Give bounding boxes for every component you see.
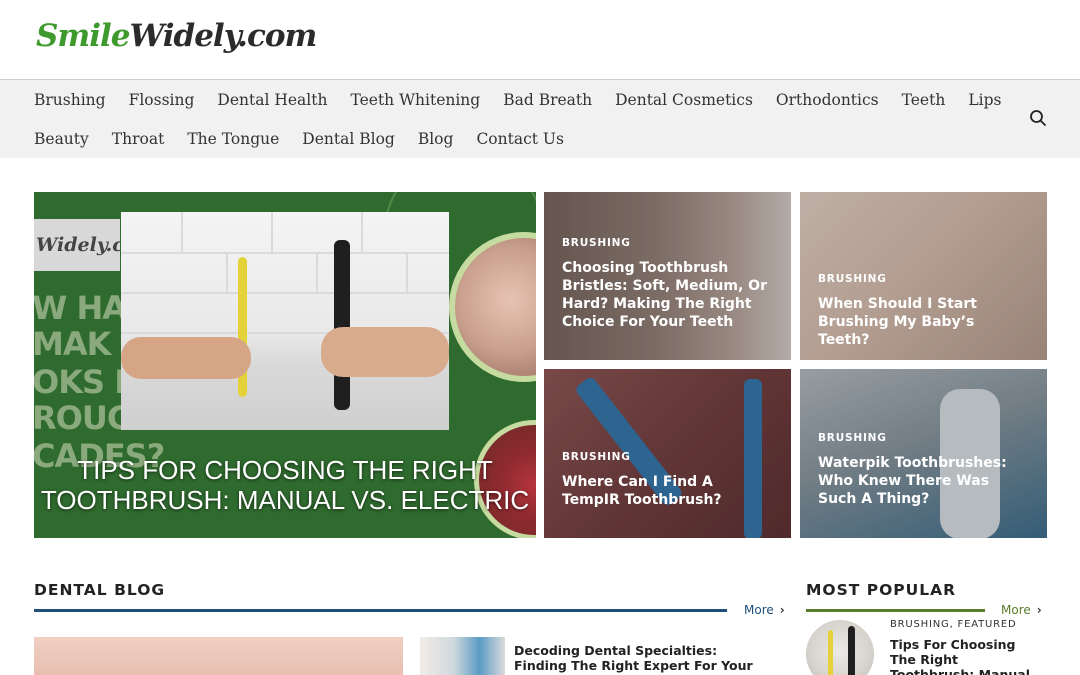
hero-title-line-2: TOOTHBRUSH: MANUAL VS. ELECTRIC (40, 485, 530, 515)
dental-blog-post-title[interactable]: Decoding Dental Specialties: Finding The… (514, 643, 774, 675)
post-card-3-category[interactable]: BRUSHING (562, 451, 631, 463)
dental-blog-more-label: More (744, 603, 774, 617)
post-card-3[interactable]: BRUSHING Where Can I Find A TempIR Tooth… (544, 369, 791, 538)
hero-image-text-2: MAK (34, 325, 111, 363)
nav-item-flossing[interactable]: Flossing (129, 89, 195, 111)
nav-row-1: Brushing Flossing Dental Health Teeth Wh… (34, 89, 1024, 111)
nav-item-teeth[interactable]: Teeth (902, 89, 946, 111)
post-card-4-category[interactable]: BRUSHING (818, 432, 887, 444)
nav-item-beauty[interactable]: Beauty (34, 128, 89, 150)
post-card-4[interactable]: BRUSHING Waterpik Toothbrushes: Who Knew… (800, 369, 1047, 538)
logo-widely: Widely.com (129, 18, 317, 54)
post-card-2-category[interactable]: BRUSHING (818, 273, 887, 285)
nav-item-brushing[interactable]: Brushing (34, 89, 106, 111)
post-card-4-title[interactable]: Waterpik Toothbrushes: Who Knew There Wa… (818, 454, 1027, 508)
most-popular-post-category[interactable]: BRUSHING, FEATURED (890, 619, 1016, 630)
nav-item-dental-cosmetics[interactable]: Dental Cosmetics (615, 89, 753, 111)
post-card-2[interactable]: BRUSHING When Should I Start Brushing My… (800, 192, 1047, 360)
dental-blog-post-thumbnail[interactable] (420, 637, 505, 675)
nav-item-lips[interactable]: Lips (968, 89, 1001, 111)
hero-toothbrush-photo (121, 212, 449, 430)
hero-title-line-1: TIPS FOR CHOOSING THE RIGHT (77, 455, 493, 485)
most-popular-heading: MOST POPULAR (806, 581, 957, 599)
hero-image-text-3: OKS E (34, 363, 136, 401)
hero-featured-post[interactable]: Widely.com W HA MAK OKS E ROUG CADES? TI… (34, 192, 536, 538)
nav-item-dental-health[interactable]: Dental Health (217, 89, 327, 111)
chevron-right-icon: › (779, 603, 785, 617)
hero-image-text-1: W HA (34, 289, 127, 327)
dental-blog-divider (34, 609, 727, 612)
nav-item-bad-breath[interactable]: Bad Breath (503, 89, 592, 111)
nav-item-throat[interactable]: Throat (112, 128, 165, 150)
most-popular-more-link[interactable]: More › (1001, 603, 1042, 617)
nav-item-teeth-whitening[interactable]: Teeth Whitening (350, 89, 480, 111)
most-popular-post-thumbnail[interactable] (806, 620, 874, 675)
site-header: SmileWidely.com (0, 0, 1080, 80)
hero-image-text-4: ROUG (34, 399, 133, 437)
electric-toothbrush-shape (334, 240, 350, 410)
post-card-1[interactable]: BRUSHING Choosing Toothbrush Bristles: S… (544, 192, 791, 360)
nav-item-blog[interactable]: Blog (418, 128, 454, 150)
nav-item-the-tongue[interactable]: The Tongue (187, 128, 279, 150)
nav-row-2: Beauty Throat The Tongue Dental Blog Blo… (34, 128, 587, 150)
nav-item-dental-blog[interactable]: Dental Blog (302, 128, 395, 150)
nav-item-orthodontics[interactable]: Orthodontics (776, 89, 879, 111)
right-hand-shape (321, 327, 449, 377)
post-card-1-category[interactable]: BRUSHING (562, 237, 631, 249)
most-popular-divider (806, 609, 985, 612)
left-hand-shape (121, 337, 251, 379)
search-icon[interactable] (1029, 109, 1047, 127)
dental-blog-heading: DENTAL BLOG (34, 581, 166, 599)
dental-blog-featured-image[interactable] (34, 637, 403, 675)
logo-smile: Smile (36, 18, 130, 54)
post-card-2-title[interactable]: When Should I Start Brushing My Baby’s T… (818, 295, 1027, 349)
hero-image-logo-badge: Widely.com (34, 219, 120, 271)
main-nav: Brushing Flossing Dental Health Teeth Wh… (0, 80, 1080, 158)
dental-blog-more-link[interactable]: More › (744, 603, 785, 617)
post-card-1-title[interactable]: Choosing Toothbrush Bristles: Soft, Medi… (562, 259, 771, 331)
nav-item-contact-us[interactable]: Contact Us (476, 128, 564, 150)
most-popular-more-label: More (1001, 603, 1031, 617)
chevron-right-icon: › (1036, 603, 1042, 617)
most-popular-post-title[interactable]: Tips For Choosing The Right Toothbrush: … (890, 637, 1040, 675)
post-card-3-title[interactable]: Where Can I Find A TempIR Toothbrush? (562, 473, 771, 509)
site-logo[interactable]: SmileWidely.com (36, 14, 317, 58)
